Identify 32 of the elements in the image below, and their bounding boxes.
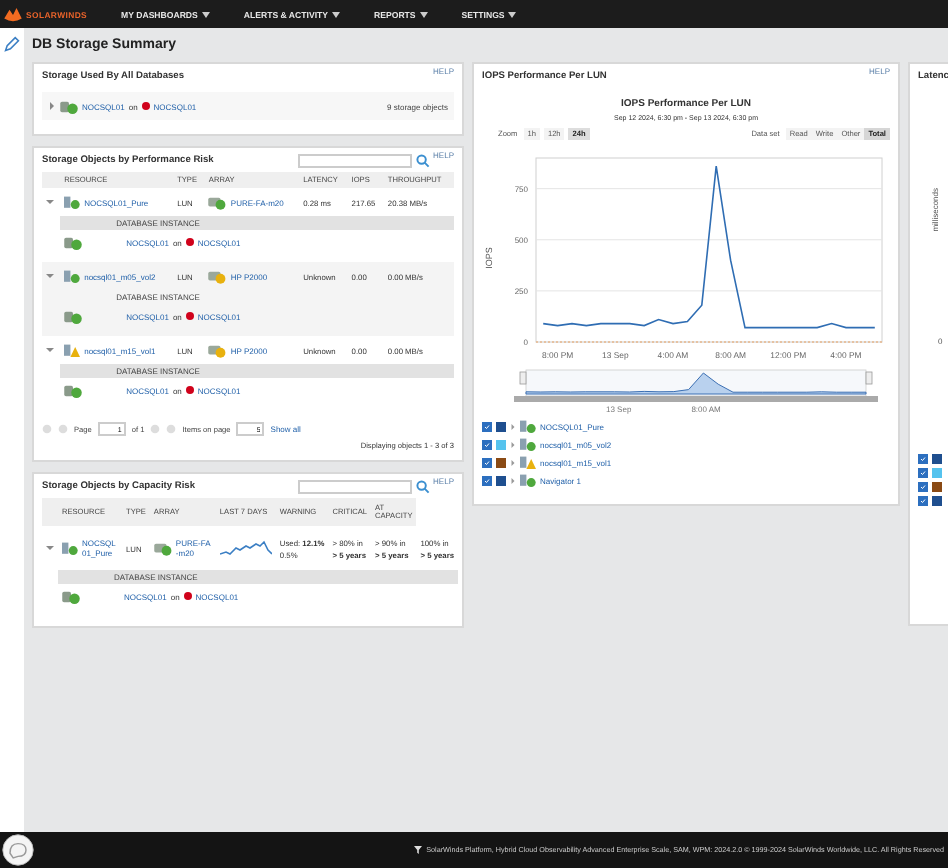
database-icon [64, 309, 83, 323]
database-icon [64, 383, 83, 397]
search-field[interactable] [297, 479, 412, 493]
checkbox[interactable] [918, 454, 928, 464]
expand-arrow-icon[interactable] [46, 271, 54, 279]
caret-icon [201, 11, 210, 17]
checkbox[interactable] [482, 476, 492, 486]
expand-arrow-icon[interactable] [46, 543, 54, 551]
sparkline-drawing [219, 537, 272, 557]
expand-arrow-icon[interactable] [46, 197, 54, 205]
chat-bubble-icon[interactable] [2, 834, 34, 866]
search-icon[interactable] [415, 153, 430, 167]
caret-icon [332, 11, 341, 17]
search-icon[interactable] [415, 479, 430, 493]
logo-icon [4, 7, 22, 21]
search-field[interactable] [297, 153, 412, 167]
checkbox[interactable] [482, 458, 492, 468]
funnel-icon [414, 846, 423, 854]
database-icon [62, 589, 80, 603]
navigator-drawing[interactable] [510, 366, 882, 402]
caret-icon [508, 11, 517, 17]
checkbox[interactable] [482, 422, 492, 432]
database-icon [60, 99, 78, 113]
checkbox[interactable] [482, 440, 492, 450]
checkbox[interactable] [918, 482, 928, 492]
checkbox[interactable] [918, 496, 928, 506]
pencil-icon[interactable] [4, 36, 20, 52]
expand-arrow-icon[interactable] [46, 345, 54, 353]
caret-icon [419, 11, 428, 17]
checkbox[interactable] [918, 468, 928, 478]
expand-arrow-icon[interactable] [48, 102, 56, 110]
database-icon [64, 235, 83, 249]
